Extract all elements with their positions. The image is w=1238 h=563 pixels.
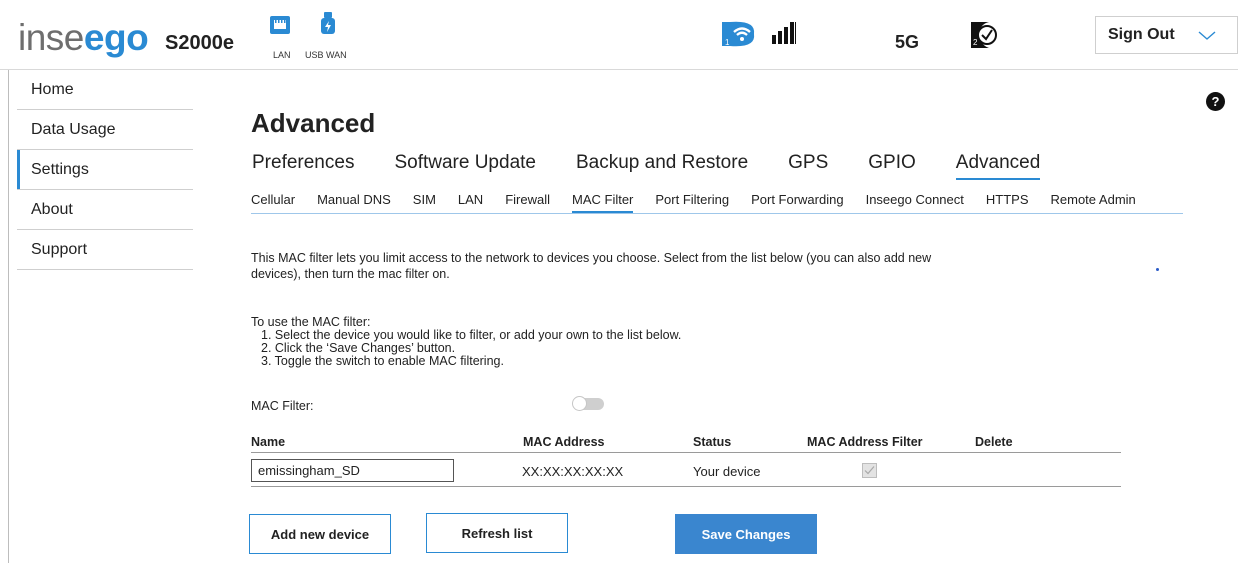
- wifi-badge: 1: [725, 38, 730, 47]
- status-cell: Your device: [693, 464, 761, 479]
- sidebar-item-label: Settings: [31, 160, 89, 178]
- table-divider: [251, 486, 1121, 487]
- column-header-status: Status: [693, 435, 732, 449]
- tab-backup-and-restore[interactable]: Backup and Restore: [576, 152, 748, 180]
- subtab-manual-dns[interactable]: Manual DNS: [317, 192, 391, 213]
- subtab-lan[interactable]: LAN: [458, 192, 483, 213]
- left-border: [8, 70, 9, 563]
- usb-wan-label: USB WAN: [305, 50, 347, 60]
- subtab-port-filtering[interactable]: Port Filtering: [655, 192, 729, 213]
- mac-filter-toggle[interactable]: [572, 396, 604, 411]
- mac-filter-description: This MAC filter lets you limit access to…: [251, 251, 932, 281]
- add-new-device-button[interactable]: Add new device: [249, 514, 391, 554]
- sim-check-icon: 2: [970, 21, 998, 54]
- subtab-mac-filter[interactable]: MAC Filter: [572, 192, 634, 213]
- subtab-remote-admin[interactable]: Remote Admin: [1051, 192, 1136, 213]
- subtab-firewall[interactable]: Firewall: [505, 192, 550, 213]
- network-type-label: 5G: [895, 32, 920, 52]
- device-model: S2000e: [165, 32, 234, 54]
- tab-gps[interactable]: GPS: [788, 152, 828, 180]
- refresh-list-button[interactable]: Refresh list: [426, 513, 568, 553]
- sidebar-item-label: Data Usage: [31, 120, 116, 138]
- page: inseego S2000e LAN USB WAN 1 5G 2 Sign O…: [0, 0, 1238, 563]
- top-header: inseego S2000e LAN USB WAN 1 5G 2 Sign O…: [0, 0, 1238, 70]
- sign-out-button[interactable]: Sign Out: [1095, 16, 1238, 54]
- chevron-down-icon[interactable]: [1197, 25, 1217, 50]
- tab-software-update[interactable]: Software Update: [394, 152, 536, 180]
- instructions: To use the MAC filter: 1. Select the dev…: [251, 316, 681, 368]
- subtab-https[interactable]: HTTPS: [986, 192, 1029, 213]
- tab-advanced[interactable]: Advanced: [955, 152, 1041, 180]
- tab-gpio[interactable]: GPIO: [868, 152, 916, 180]
- sidebar-item-settings[interactable]: Settings: [17, 150, 193, 190]
- page-title: Advanced: [251, 108, 376, 138]
- sidebar: Home Data Usage Settings About Support: [17, 70, 193, 270]
- sim-badge: 2: [973, 38, 978, 47]
- subtab-inseego-connect[interactable]: Inseego Connect: [866, 192, 964, 213]
- column-header-mac-address-filter: MAC Address Filter: [807, 435, 923, 449]
- checkmark-icon: [864, 466, 875, 475]
- decorative-dot: [1156, 268, 1159, 271]
- save-changes-button[interactable]: Save Changes: [675, 514, 817, 554]
- sidebar-item-label: About: [31, 200, 73, 218]
- instructions-list: 1. Select the device you would like to f…: [251, 329, 681, 368]
- sidebar-item-label: Support: [31, 240, 88, 258]
- device-name-input[interactable]: [251, 459, 454, 482]
- usb-icon: [320, 11, 336, 46]
- sidebar-item-support[interactable]: Support: [17, 230, 193, 270]
- instruction-step: 3. Toggle the switch to enable MAC filte…: [261, 354, 504, 368]
- sidebar-item-home[interactable]: Home: [17, 70, 193, 110]
- wifi-icon: 1: [722, 20, 756, 53]
- signal-bars-icon: [771, 20, 797, 51]
- column-header-name: Name: [251, 435, 286, 449]
- lan-label: LAN: [273, 50, 291, 60]
- sidebar-item-label: Home: [31, 80, 74, 98]
- mac-filter-label: MAC Filter:: [251, 399, 314, 413]
- toggle-knob: [572, 396, 587, 411]
- brand-logo-part1: inse: [18, 17, 84, 58]
- sidebar-item-about[interactable]: About: [17, 190, 193, 230]
- table-divider: [251, 452, 1121, 453]
- lan-icon: [269, 15, 291, 44]
- mac-address-cell: XX:XX:XX:XX:XX: [522, 464, 624, 479]
- brand-logo-part2: ego: [83, 17, 149, 58]
- main-tabs: Preferences Software Update Backup and R…: [252, 152, 1080, 180]
- mac-address-filter-checkbox[interactable]: [862, 463, 877, 478]
- sidebar-item-data-usage[interactable]: Data Usage: [17, 110, 193, 150]
- column-header-delete: Delete: [975, 435, 1013, 449]
- sub-tabs: Cellular Manual DNS SIM LAN Firewall MAC…: [251, 192, 1183, 214]
- subtab-cellular[interactable]: Cellular: [251, 192, 295, 213]
- sign-out-label: Sign Out: [1108, 26, 1175, 43]
- brand-logo: inseego: [18, 17, 149, 58]
- subtab-sim[interactable]: SIM: [413, 192, 436, 213]
- help-icon[interactable]: ?: [1206, 92, 1225, 111]
- tab-preferences[interactable]: Preferences: [252, 152, 354, 180]
- column-header-mac-address: MAC Address: [523, 435, 605, 449]
- subtab-port-forwarding[interactable]: Port Forwarding: [751, 192, 843, 213]
